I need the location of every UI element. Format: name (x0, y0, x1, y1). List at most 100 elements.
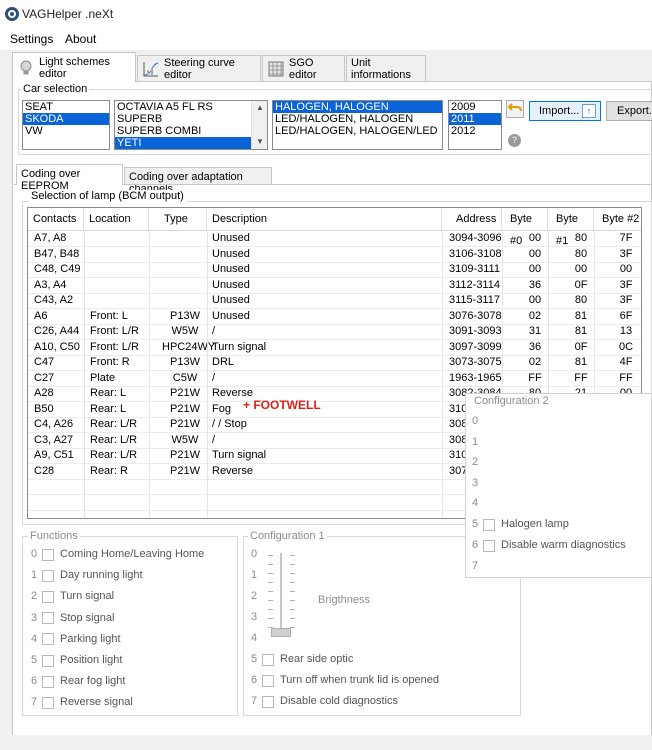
column-header[interactable]: Contacts (28, 208, 84, 230)
table-cell: A3, A4 (34, 278, 67, 291)
table-cell: 3094-3096 (449, 232, 502, 244)
help-icon[interactable]: ? (508, 134, 521, 147)
config2-checkbox[interactable] (483, 518, 495, 531)
table-row[interactable]: A7, A8 Unused 3094-3096 00 80 7F (28, 231, 641, 247)
table-cell: Unused (212, 309, 250, 322)
table-row[interactable]: C47 Front: R P13W DRL 3073-3075 02 81 4F (28, 355, 641, 371)
list-item[interactable]: OCTAVIA A5 FL RS (115, 101, 267, 113)
scroll-down-icon[interactable]: ▼ (252, 135, 267, 149)
config1-checkbox[interactable] (262, 674, 274, 687)
slider-tick (290, 582, 295, 583)
export-button[interactable]: Export... (606, 101, 652, 121)
list-item[interactable]: 2011 (449, 113, 501, 125)
light-type-list[interactable]: HALOGEN, HALOGEN LED/HALOGEN, HALOGEN LE… (272, 100, 443, 150)
table-cell: 36 (528, 278, 542, 291)
function-index: 7 (31, 696, 38, 709)
table-row[interactable]: A6 Front: L P13W Unused 3076-3078 02 81 6F (28, 309, 641, 325)
table-cell: 7F (619, 232, 633, 244)
function-checkbox[interactable] (42, 569, 54, 582)
column-header[interactable]: Description (207, 208, 442, 230)
list-item[interactable]: LED/HALOGEN, HALOGEN (273, 113, 442, 125)
table-cell: C48, C49 (34, 263, 81, 275)
table-cell: P13W (170, 309, 200, 322)
function-checkbox[interactable] (42, 654, 54, 667)
table-cell: / (212, 325, 216, 337)
config2-label: Disable warm diagnostics (501, 539, 626, 551)
column-divider (207, 230, 208, 518)
config2-index: 5 (472, 518, 479, 530)
tab-steering-curve-editor[interactable]: Steering curve editor (137, 55, 261, 81)
list-item[interactable]: HALOGEN, HALOGEN (273, 101, 442, 113)
row-divider (28, 246, 641, 247)
table-cell: 00 (528, 294, 542, 306)
list-item[interactable]: SKODA (23, 113, 109, 125)
column-header[interactable]: Byte #0 (502, 208, 548, 247)
table-row[interactable]: C43, A2 Unused 3115-3117 00 80 3F (28, 293, 641, 309)
table-row[interactable]: C26, A44 Front: L/R W5W / 3091-3093 31 81 13 (28, 324, 641, 340)
list-item[interactable]: 2012 (449, 125, 501, 137)
table-row[interactable]: A3, A4 Unused 3112-3114 36 0F 3F (28, 278, 641, 294)
function-label: Turn signal (60, 590, 115, 603)
list-item[interactable]: YETI (115, 137, 251, 149)
table-row[interactable]: C48, C49 Unused 3109-3111 00 00 00 (28, 262, 641, 278)
tab-coding-over-adaptation-channels[interactable]: Coding over adaptation channels (124, 167, 272, 195)
table-row[interactable]: A10, C50 Front: L/R HPC24WY Turn signal 3097… (28, 340, 641, 356)
column-header[interactable]: Address (442, 208, 502, 230)
tab-unit-informations[interactable]: Unit informations (346, 55, 426, 81)
list-item[interactable]: LED/HALOGEN, HALOGEN/LED (273, 125, 442, 137)
scroll-up-icon[interactable]: ▲ (252, 101, 267, 115)
model-list-scrollbar[interactable]: ▲ ▼ (251, 101, 267, 149)
list-item[interactable]: SEAT (23, 101, 109, 113)
table-cell: Unused (212, 232, 250, 244)
brightness-slider-track[interactable] (280, 553, 282, 633)
brightness-slider-thumb[interactable] (271, 628, 291, 637)
table-row[interactable]: C27 Plate C5W / 1963-1965 FF FF FF (28, 371, 641, 387)
row-divider (28, 370, 641, 371)
list-item[interactable]: SUPERB (115, 113, 267, 125)
config1-label: Rear side optic (280, 653, 354, 665)
function-checkbox[interactable] (42, 675, 54, 688)
column-header[interactable]: Byte #2 (594, 208, 641, 230)
brand-list[interactable]: SEAT SKODA VW (22, 100, 110, 150)
tab-sgo-editor[interactable]: SGO editor (262, 55, 345, 81)
list-item[interactable]: 2009 (449, 101, 501, 113)
function-checkbox[interactable] (42, 696, 54, 709)
function-checkbox[interactable] (42, 612, 54, 625)
config1-checkbox[interactable] (262, 695, 274, 708)
functions-label: Functions (28, 530, 80, 542)
table-row[interactable]: B47, B48 Unused 3106-3108 00 80 3F (28, 247, 641, 263)
tab-light-schemes-editor[interactable]: Light schemes editor (12, 52, 136, 82)
table-cell: C5W (172, 371, 198, 384)
row-divider (28, 308, 641, 309)
list-item[interactable]: VW (23, 125, 109, 137)
import-button[interactable]: Import... ↑ (529, 101, 601, 121)
table-cell: HPC24WY (162, 340, 216, 353)
tab-coding-over-eeprom[interactable]: Coding over EEPROM (16, 164, 123, 192)
function-index: 1 (31, 569, 38, 582)
config1-checkbox[interactable] (262, 653, 274, 666)
function-checkbox[interactable] (42, 590, 54, 603)
function-checkbox[interactable] (42, 633, 54, 646)
table-cell: 02 (528, 356, 542, 368)
function-label: Day running light (60, 569, 143, 582)
slider-tick (290, 600, 295, 601)
menu-settings[interactable]: Settings (10, 32, 53, 46)
year-list[interactable]: 2009 2011 2012 (448, 100, 502, 150)
table-cell: Rear: L/R (90, 418, 138, 430)
column-header[interactable]: Type (149, 208, 207, 230)
table-cell: 80 (574, 247, 588, 260)
table-cell: 0C (618, 340, 634, 353)
model-list[interactable]: OCTAVIA A5 FL RS SUPERB SUPERB COMBI YET… (114, 100, 268, 150)
function-checkbox[interactable] (42, 548, 54, 561)
table-cell: Rear: L/R (90, 449, 138, 461)
column-divider (84, 230, 85, 518)
config2-checkbox[interactable] (483, 539, 495, 552)
column-header[interactable]: Byte #1 (548, 208, 594, 247)
row-divider (28, 385, 641, 387)
config1-index: 5 (251, 653, 258, 665)
list-item[interactable]: SUPERB COMBI (115, 125, 267, 137)
undo-button[interactable] (506, 100, 524, 118)
column-header[interactable]: Location (84, 208, 149, 230)
undo-icon (507, 102, 522, 117)
menu-about[interactable]: About (65, 32, 96, 46)
